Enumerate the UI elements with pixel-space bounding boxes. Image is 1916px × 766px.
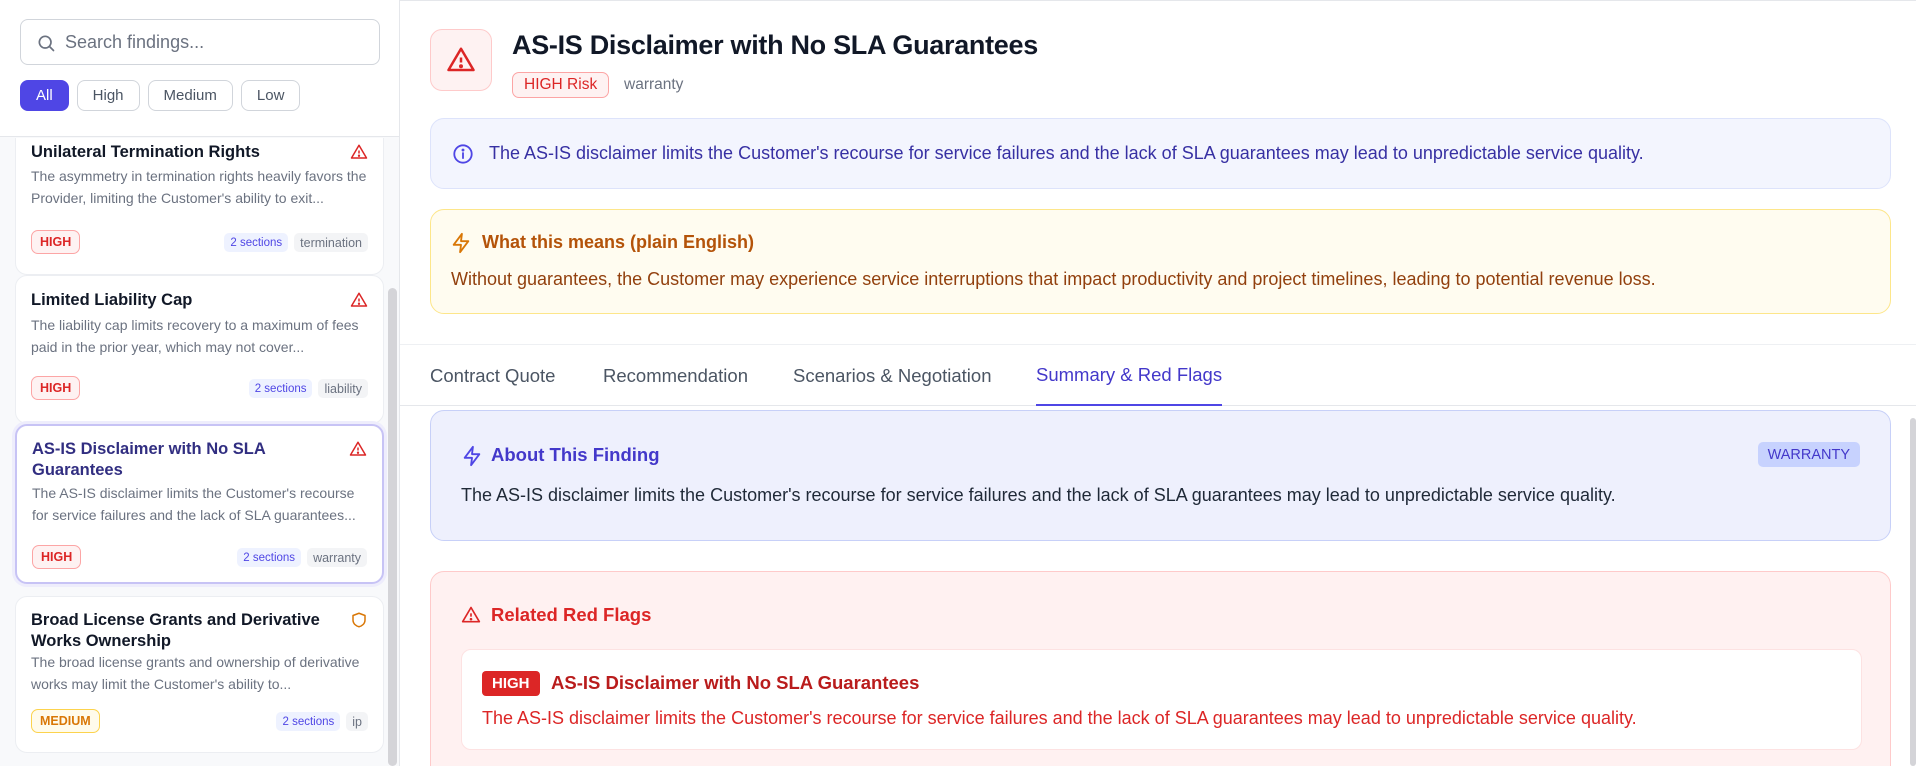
risk-pill: HIGH <box>31 230 81 254</box>
category-tag: termination <box>294 233 368 252</box>
warning-triangle-icon <box>349 441 367 456</box>
category-tag: WARRANTY <box>1757 442 1860 467</box>
card-tags: 2 sections liability <box>248 379 368 398</box>
card-title: Broad License Grants and Derivative Work… <box>31 611 320 650</box>
warning-triangle-icon <box>350 292 368 307</box>
related-red-flags-card: Related Red Flags HIGH AS-IS Disclaimer … <box>430 571 1891 766</box>
sections-tag: 2 sections <box>224 233 289 252</box>
filter-medium[interactable]: Medium <box>147 80 233 111</box>
filter-all[interactable]: All <box>20 80 69 111</box>
about-text: The AS-IS disclaimer limits the Customer… <box>461 485 1616 505</box>
lightning-icon <box>452 232 470 254</box>
finding-card[interactable]: Limited Liability Cap The liability cap … <box>15 275 384 424</box>
sections-tag: 2 sections <box>276 712 341 731</box>
card-title: Unilateral Termination Rights <box>31 143 260 161</box>
category-label: warranty <box>624 76 684 93</box>
card-title: Limited Liability Cap <box>31 291 193 309</box>
findings-sidebar: All High Medium Low Unilateral Terminati… <box>0 0 400 766</box>
plain-english-title: What this means (plain English) <box>482 232 755 252</box>
sections-tag: 2 sections <box>248 379 313 398</box>
summary-callout: The AS-IS disclaimer limits the Customer… <box>430 118 1891 189</box>
tab-summary-red-flags[interactable]: Summary & Red Flags <box>1036 345 1223 406</box>
search-input[interactable] <box>65 31 355 53</box>
red-flags-title: Related Red Flags <box>491 604 652 625</box>
tab-contract-quote[interactable]: Contract Quote <box>430 345 555 406</box>
plain-english-callout: What this means (plain English) Without … <box>430 209 1891 314</box>
warning-triangle-icon <box>447 47 475 72</box>
page-title: AS-IS Disclaimer with No SLA Guarantees <box>512 30 1038 60</box>
red-flag-item[interactable]: HIGH AS-IS Disclaimer with No SLA Guaran… <box>461 649 1862 750</box>
sections-tag: 2 sections <box>237 548 302 567</box>
card-description: The AS-IS disclaimer limits the Customer… <box>32 485 356 523</box>
divider <box>400 0 1916 1</box>
about-title: About This Finding <box>491 444 660 465</box>
finding-card[interactable]: Broad License Grants and Derivative Work… <box>15 596 384 753</box>
category-tag: liability <box>318 379 368 398</box>
category-tag: ip <box>346 712 368 731</box>
main-scrollbar[interactable] <box>1910 418 1916 766</box>
search-box[interactable] <box>20 19 380 65</box>
risk-pill: MEDIUM <box>31 709 100 733</box>
info-icon <box>453 144 473 164</box>
plain-english-text: Without guarantees, the Customer may exp… <box>451 269 1656 289</box>
card-tags: 2 sections ip <box>276 712 368 731</box>
finding-risk-icon <box>430 29 492 91</box>
red-flag-text: The AS-IS disclaimer limits the Customer… <box>482 708 1637 728</box>
finding-detail: AS-IS Disclaimer with No SLA Guarantees … <box>400 0 1916 766</box>
lightning-icon <box>463 445 481 467</box>
card-description: The liability cap limits recovery to a m… <box>31 317 359 355</box>
shield-icon <box>352 612 366 628</box>
warning-triangle-icon <box>461 606 481 623</box>
card-tags: 2 sections warranty <box>237 548 367 567</box>
card-tags: 2 sections termination <box>224 233 368 252</box>
findings-list: Unilateral Termination Rights The asymme… <box>0 138 390 766</box>
tab-scenarios-negotiation[interactable]: Scenarios & Negotiation <box>793 345 991 406</box>
risk-badge: HIGH <box>482 671 540 696</box>
app-window: All High Medium Low Unilateral Terminati… <box>0 0 1916 766</box>
summary-text: The AS-IS disclaimer limits the Customer… <box>489 143 1644 163</box>
category-tag: warranty <box>307 548 367 567</box>
filter-high[interactable]: High <box>76 80 140 111</box>
risk-filter-group: All High Medium Low <box>20 80 301 111</box>
card-description: The asymmetry in termination rights heav… <box>31 168 367 206</box>
finding-card[interactable]: Unilateral Termination Rights The asymme… <box>15 138 384 275</box>
filter-low[interactable]: Low <box>240 80 301 111</box>
card-description: The broad license grants and ownership o… <box>31 654 360 692</box>
about-finding-card: About This Finding WARRANTY The AS-IS di… <box>430 410 1891 541</box>
risk-pill: HIGH <box>32 545 82 569</box>
search-icon <box>38 35 55 52</box>
risk-badge: HIGH Risk <box>512 72 610 98</box>
finding-card-selected[interactable]: AS-IS Disclaimer with No SLA Guarantees … <box>15 424 384 584</box>
sidebar-header: All High Medium Low <box>0 0 399 137</box>
risk-pill: HIGH <box>31 376 81 400</box>
detail-tabs: Contract Quote Recommendation Scenarios … <box>400 344 1916 406</box>
sidebar-scrollbar[interactable] <box>388 288 397 766</box>
card-title: AS-IS Disclaimer with No SLA Guarantees <box>32 440 266 479</box>
red-flag-title: AS-IS Disclaimer with No SLA Guarantees <box>551 672 920 693</box>
tab-recommendation[interactable]: Recommendation <box>603 345 748 406</box>
warning-triangle-icon <box>350 144 368 159</box>
